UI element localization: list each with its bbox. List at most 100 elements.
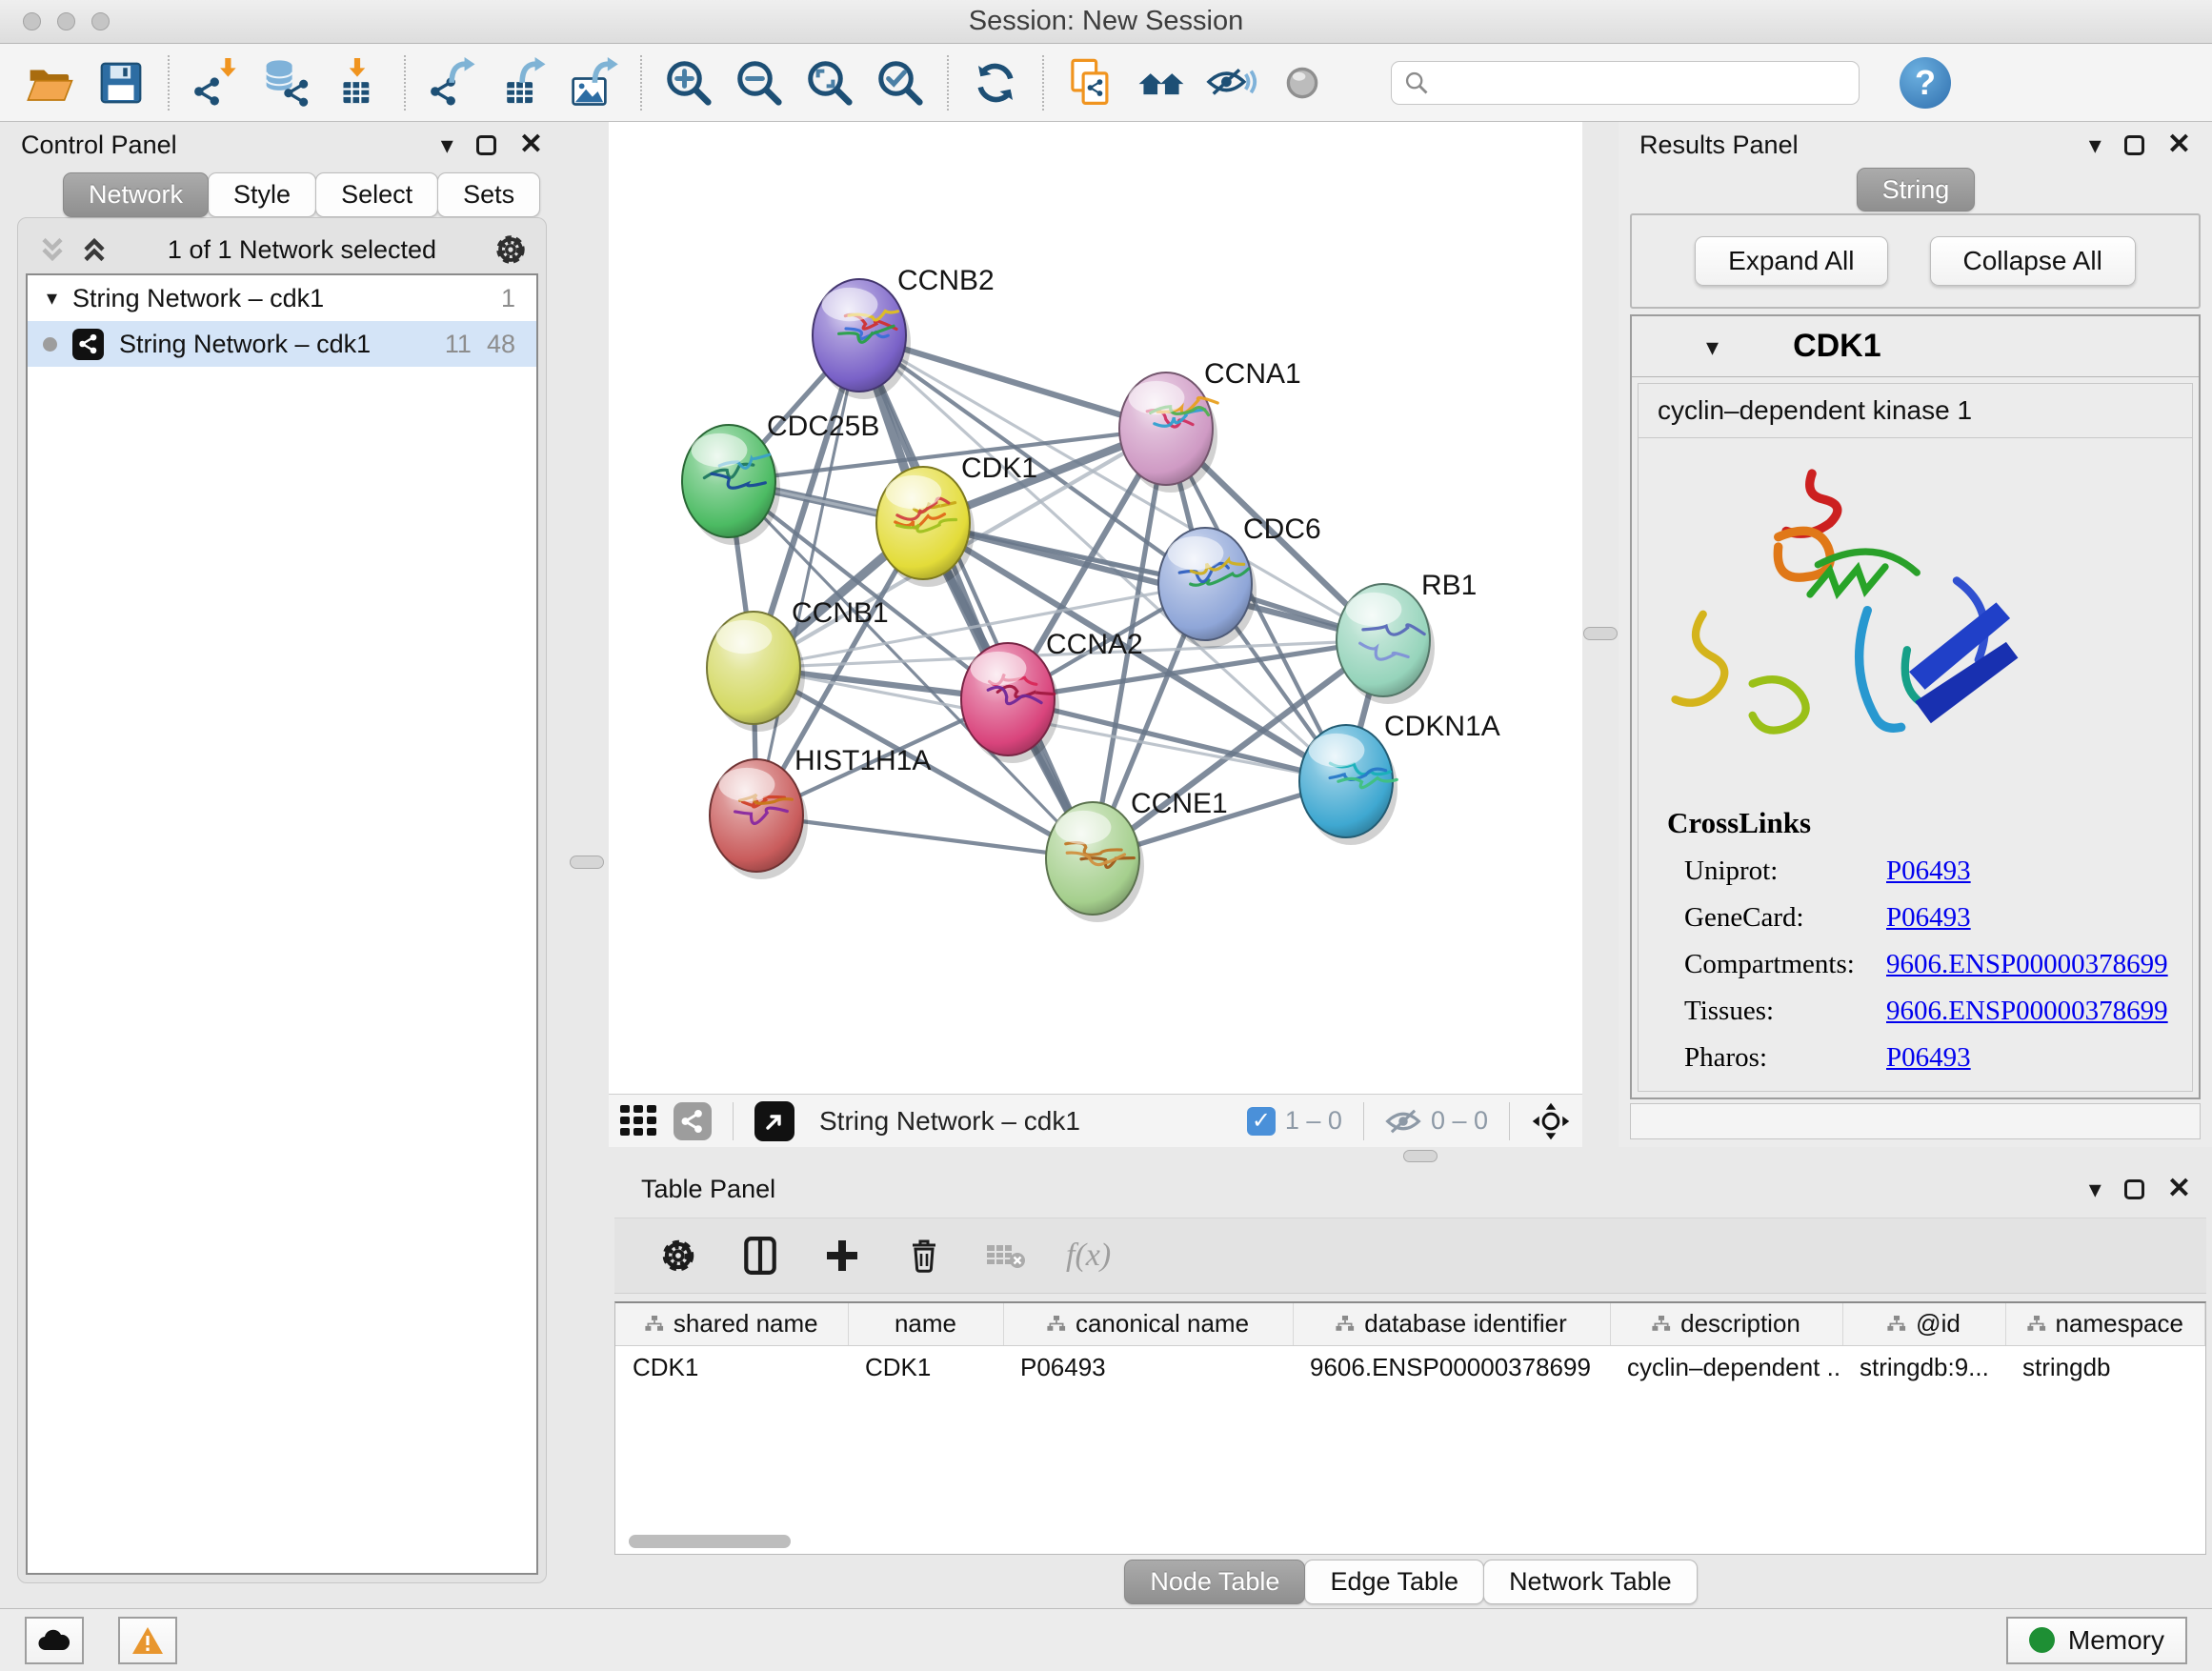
right-splitter[interactable] [1582,122,1619,1147]
tab-edge-table[interactable]: Edge Table [1304,1560,1484,1604]
tab-style[interactable]: Style [208,172,316,217]
close-panel-icon[interactable]: ✕ [2167,131,2191,159]
network-node-RB1[interactable]: RB1 [1337,570,1477,704]
zoom-in-button[interactable] [654,50,724,115]
float-panel-icon[interactable] [2124,1179,2144,1199]
column-header[interactable]: name [848,1303,1003,1345]
show-all-button[interactable] [1267,50,1337,115]
network-node-CDKN1A[interactable]: CDKN1A [1299,711,1500,845]
tab-node-table[interactable]: Node Table [1124,1560,1305,1604]
cell-id[interactable]: stringdb:9... [1842,1345,2005,1389]
network-node-CDC6[interactable]: CDC6 [1158,513,1321,648]
crosslink-link[interactable]: P06493 [1886,1042,1971,1074]
open-in-window-button[interactable] [754,1101,794,1141]
network-node-CCNB2[interactable]: CCNB2 [813,265,995,399]
crosslink-link[interactable]: 9606.ENSP00000378699 [1886,949,2168,980]
cell-shared-name[interactable]: CDK1 [615,1345,848,1389]
close-panel-icon[interactable]: ✕ [2167,1175,2191,1203]
column-header[interactable]: shared name [615,1303,848,1345]
cell-namespace[interactable]: stringdb [2005,1345,2205,1389]
refresh-button[interactable] [960,50,1031,115]
delete-column-button[interactable] [902,1234,946,1278]
warnings-button[interactable] [118,1617,177,1664]
export-table-button[interactable] [488,50,558,115]
selected-checkbox-icon[interactable]: ✓ [1247,1107,1276,1136]
show-columns-button[interactable] [738,1234,782,1278]
birdseye-grid-icon[interactable] [620,1105,658,1137]
network-canvas[interactable]: CCNB2CCNA1CDC25BCDK1CDC6RB1CCNB1CCNA2CDK… [609,122,1582,1094]
network-collection-row[interactable]: ▾ String Network – cdk1 1 [28,275,536,321]
column-header[interactable]: database identifier [1293,1303,1610,1345]
panel-menu-icon[interactable]: ▾ [441,132,453,157]
protein-section-header[interactable]: ▾ CDK1 [1632,316,2199,377]
column-header[interactable]: canonical name [1003,1303,1293,1345]
float-panel-icon[interactable] [476,135,496,155]
expand-all-button[interactable]: Expand All [1695,236,1887,286]
horizontal-splitter[interactable] [609,1147,2212,1166]
first-neighbors-button[interactable] [1126,50,1196,115]
tab-network-table[interactable]: Network Table [1483,1560,1698,1604]
add-column-button[interactable] [820,1234,864,1278]
panel-menu-icon[interactable]: ▾ [2089,132,2101,157]
cell-description[interactable]: cyclin–dependent ... [1610,1345,1842,1389]
zoom-out-button[interactable] [724,50,794,115]
collection-disclosure-icon[interactable]: ▾ [47,288,57,309]
save-session-button[interactable] [86,50,156,115]
tab-string[interactable]: String [1857,168,1976,211]
memory-button[interactable]: Memory [2006,1617,2187,1664]
results-scrollbar-track[interactable] [1630,1103,2201,1139]
delete-table-button[interactable] [984,1234,1028,1278]
crosslink-link[interactable]: P06493 [1886,856,1971,887]
network-node-CDK1[interactable]: CDK1 [876,453,1037,587]
import-network-file-button[interactable] [181,50,251,115]
table-options-gear-button[interactable] [656,1234,700,1278]
splitter-handle[interactable] [1403,1150,1438,1162]
tab-select[interactable]: Select [315,172,438,217]
section-disclosure-icon[interactable]: ▾ [1706,334,1719,359]
table-row[interactable]: CDK1 CDK1 P06493 9606.ENSP00000378699 cy… [615,1345,2205,1389]
splitter-handle[interactable] [570,856,604,869]
fit-content-crosshair-icon[interactable] [1531,1101,1571,1141]
collapse-all-button[interactable]: Collapse All [1930,236,2136,286]
network-node-CCNE1[interactable]: CCNE1 [1046,788,1228,922]
zoom-fit-button[interactable] [794,50,865,115]
network-edge[interactable] [756,335,859,815]
clone-network-button[interactable] [1056,50,1126,115]
tab-network[interactable]: Network [63,172,209,217]
crosslink-link[interactable]: P06493 [1886,902,1971,934]
network-node-CDC25B[interactable]: CDC25B [682,411,879,545]
open-session-button[interactable] [15,50,86,115]
column-header[interactable]: namespace [2005,1303,2205,1345]
table-hscrollbar-track[interactable] [621,1535,2200,1552]
cell-database-identifier[interactable]: 9606.ENSP00000378699 [1293,1345,1610,1389]
export-network-button[interactable] [417,50,488,115]
cloud-status-button[interactable] [25,1617,84,1664]
network-edge[interactable] [859,335,1093,858]
cell-name[interactable]: CDK1 [848,1345,1003,1389]
expand-all-icon[interactable] [77,232,111,267]
function-builder-button[interactable]: f(x) [1066,1238,1111,1274]
close-panel-icon[interactable]: ✕ [519,131,543,159]
left-splitter[interactable] [564,122,609,1608]
column-header[interactable]: description [1610,1303,1842,1345]
table-hscrollbar-thumb[interactable] [629,1535,791,1548]
network-node-HIST1H1A[interactable]: HIST1H1A [710,745,931,879]
hide-selected-button[interactable] [1196,50,1267,115]
zoom-selected-button[interactable] [865,50,935,115]
crosslink-link[interactable]: 9606.ENSP00000378699 [1886,996,2168,1027]
network-options-gear-icon[interactable] [493,232,529,268]
collapse-all-icon[interactable] [35,232,70,267]
network-node-CCNA2[interactable]: CCNA2 [961,629,1143,763]
cell-canonical-name[interactable]: P06493 [1003,1345,1293,1389]
float-panel-icon[interactable] [2124,135,2144,155]
tab-sets[interactable]: Sets [437,172,540,217]
search-input[interactable] [1439,68,1847,97]
export-image-button[interactable] [558,50,629,115]
import-table-button[interactable] [322,50,392,115]
column-header[interactable]: @id [1842,1303,2005,1345]
splitter-handle[interactable] [1583,627,1618,640]
import-network-database-button[interactable] [251,50,322,115]
network-row[interactable]: String Network – cdk1 11 48 [28,321,536,367]
help-button[interactable]: ? [1900,57,1951,109]
panel-menu-icon[interactable]: ▾ [2089,1177,2101,1201]
